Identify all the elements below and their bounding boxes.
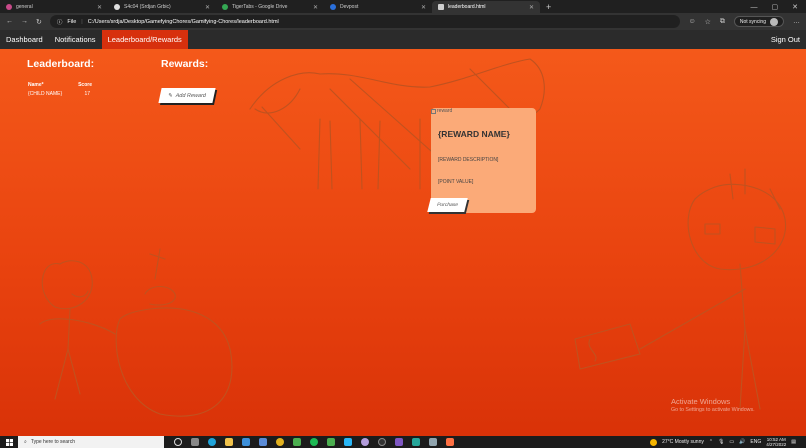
site-nav: Dashboard Notifications Leaderboard/Rewa… xyxy=(0,30,806,49)
leaderboard-title: Leaderboard: xyxy=(27,58,95,70)
table-row: {CHILD NAME} 17 xyxy=(28,90,92,99)
maximize-icon[interactable]: ▢ xyxy=(772,3,779,11)
system-tray: 27°C Mostly sunny ⌃ 🎙 ▭ 🔊 ENG 10:52 AM 4… xyxy=(650,437,806,447)
clock[interactable]: 10:52 AM 4/27/2022 xyxy=(766,437,786,447)
edge-icon[interactable] xyxy=(208,438,216,446)
app-icon[interactable] xyxy=(429,438,437,446)
back-icon[interactable]: ← xyxy=(6,18,13,25)
nav-leaderboard-rewards[interactable]: Leaderboard/Rewards xyxy=(101,30,188,49)
weather-icon[interactable] xyxy=(650,438,658,446)
tab-leaderboard[interactable]: leaderboard.html ✕ xyxy=(432,1,540,13)
broken-image-icon xyxy=(431,108,436,114)
browser-tab-bar: general ✕ S4c04 (Srdjan Grbic) ✕ TigerTabs… xyxy=(0,0,806,13)
url-text: C:/Users/srdja/Desktop/GamefyingChores/G… xyxy=(87,18,279,25)
new-tab-button[interactable]: + xyxy=(546,1,551,13)
app-icon[interactable] xyxy=(259,438,267,446)
rewards-title: Rewards: xyxy=(161,58,209,70)
background-doodle xyxy=(39,58,787,417)
page-content: Leaderboard: Name* Score {CHILD NAME} 17… xyxy=(0,49,806,436)
avatar xyxy=(770,17,778,26)
devpost-icon xyxy=(330,4,336,10)
sync-button[interactable]: Not syncing xyxy=(733,16,784,27)
sign-out-link[interactable]: Sign Out xyxy=(765,30,806,49)
reward-name: {REWARD NAME} xyxy=(438,129,510,139)
info-icon[interactable]: ⓘ xyxy=(57,18,63,26)
app-icon[interactable] xyxy=(378,438,386,446)
edit-icon: ✎ xyxy=(167,92,174,99)
app-icon[interactable] xyxy=(395,438,403,446)
chrome-icon[interactable] xyxy=(276,438,284,446)
notifications-icon[interactable]: ▤ xyxy=(791,439,796,445)
address-bar: ← → ↻ ⓘ File | C:/Users/srdja/Desktop/Ga… xyxy=(0,13,806,30)
leaderboard-table: Name* Score {CHILD NAME} 17 xyxy=(28,81,92,98)
tab-general[interactable]: general ✕ xyxy=(0,1,108,13)
add-reward-button[interactable]: ✎ Add Reward xyxy=(158,88,216,103)
search-icon: ⌕ xyxy=(24,439,27,445)
mic-icon[interactable]: 🎙 xyxy=(718,439,724,445)
store-icon[interactable] xyxy=(242,438,250,446)
tab-drive[interactable]: TigerTabs - Google Drive ✕ xyxy=(216,1,324,13)
window-controls: — ▢ ✕ xyxy=(751,1,806,13)
score-column-header: Score xyxy=(78,82,92,88)
windows-start-icon[interactable] xyxy=(0,438,18,446)
app-icon[interactable] xyxy=(327,438,335,446)
app-icon[interactable] xyxy=(293,438,301,446)
tab-github[interactable]: S4c04 (Srdjan Grbic) ✕ xyxy=(108,1,216,13)
github-icon xyxy=(114,4,120,10)
language[interactable]: ENG xyxy=(750,439,761,445)
reward-points: [POINT VALUE] xyxy=(438,179,474,185)
table-header: Name* Score xyxy=(28,81,92,90)
google-drive-icon xyxy=(222,4,228,10)
task-view-icon[interactable] xyxy=(174,438,182,446)
file-icon xyxy=(438,4,444,10)
spotify-icon[interactable] xyxy=(310,438,318,446)
collections-icon[interactable]: ⧉ xyxy=(720,18,725,26)
purchase-button[interactable]: Purchase xyxy=(427,198,468,212)
child-score: 17 xyxy=(84,90,90,97)
reward-card: reward {REWARD NAME} [REWARD DESCRIPTION… xyxy=(427,108,536,213)
nav-notifications[interactable]: Notifications xyxy=(49,30,102,49)
nav-dashboard[interactable]: Dashboard xyxy=(0,30,49,49)
file-explorer-icon[interactable] xyxy=(225,438,233,446)
weather-text[interactable]: 27°C Mostly sunny xyxy=(662,439,704,445)
chevron-up-icon[interactable]: ⌃ xyxy=(709,439,713,445)
volume-icon[interactable]: 🔊 xyxy=(739,439,745,445)
name-column-header[interactable]: Name* xyxy=(28,81,44,90)
reward-description: [REWARD DESCRIPTION] xyxy=(438,157,499,163)
app-icon[interactable] xyxy=(446,438,454,446)
close-window-icon[interactable]: ✕ xyxy=(792,3,798,11)
widgets-icon[interactable] xyxy=(191,438,199,446)
reward-image: reward xyxy=(431,108,452,114)
forward-icon[interactable]: → xyxy=(21,18,28,25)
slack-icon xyxy=(6,4,12,10)
more-icon[interactable]: … xyxy=(793,18,800,25)
app-icon[interactable] xyxy=(361,438,369,446)
minimize-icon[interactable]: — xyxy=(751,4,758,11)
refresh-icon[interactable]: ↻ xyxy=(36,18,42,26)
favorites-icon[interactable]: ☆ xyxy=(705,18,711,26)
activate-windows-watermark: Activate Windows Go to Settings to activ… xyxy=(671,397,755,413)
url-field[interactable]: ⓘ File | C:/Users/srdja/Desktop/Gamefyin… xyxy=(49,15,681,28)
taskbar: ⌕ Type here to search 27°C Mostly sunny … xyxy=(0,436,806,448)
app-icon[interactable] xyxy=(344,438,352,446)
network-icon[interactable]: ▭ xyxy=(729,439,734,445)
tab-devpost[interactable]: Devpost ✕ xyxy=(324,1,432,13)
app-icon[interactable] xyxy=(412,438,420,446)
taskbar-search[interactable]: ⌕ Type here to search xyxy=(18,436,164,448)
close-tab-icon[interactable]: ✕ xyxy=(421,4,426,11)
close-tab-icon[interactable]: ✕ xyxy=(313,4,318,11)
child-name: {CHILD NAME} xyxy=(28,90,63,97)
close-tab-icon[interactable]: ✕ xyxy=(205,4,210,11)
close-tab-icon[interactable]: ✕ xyxy=(97,4,102,11)
close-tab-icon[interactable]: ✕ xyxy=(529,4,534,11)
tracking-icon[interactable]: ☺ xyxy=(688,18,695,25)
